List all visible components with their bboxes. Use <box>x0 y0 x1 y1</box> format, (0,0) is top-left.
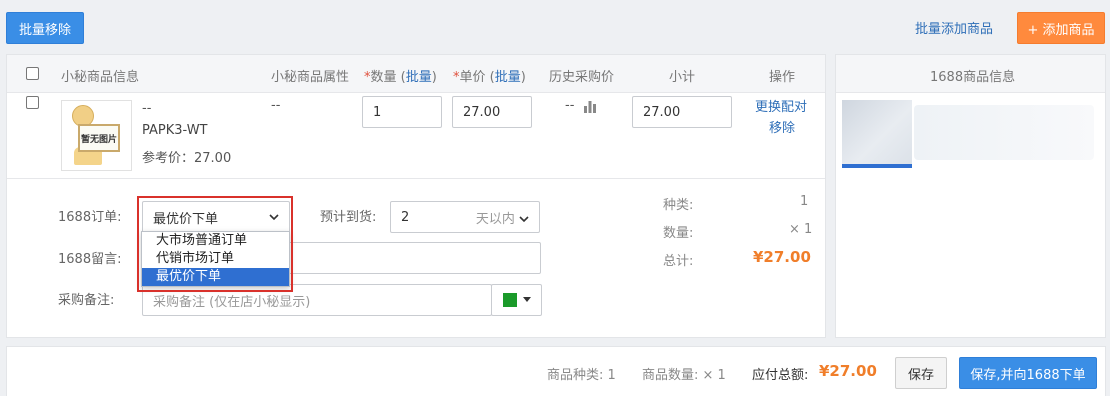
select-all-checkbox[interactable] <box>26 67 39 80</box>
add-product-button[interactable]: + 添加商品 <box>1017 12 1105 44</box>
footer-bar: 商品种类: 1 商品数量: × 1 应付总额: ¥27.00 保存 保存,并向1… <box>6 346 1106 396</box>
unit-price-input[interactable]: 27.00 <box>452 96 532 128</box>
caret-down-icon <box>522 297 531 302</box>
summary-total-label: 总计: <box>663 254 694 269</box>
batch-add-products-link[interactable]: 批量添加商品 <box>915 18 993 37</box>
row-divider <box>7 178 825 179</box>
header-subtotal: 小计 <box>669 70 696 85</box>
summary-kinds-value: 1 <box>800 194 809 209</box>
alibaba-panel: 1688商品信息 <box>835 54 1106 338</box>
summary-count-label: 数量: <box>663 226 694 241</box>
reference-price: 参考价：27.00 <box>142 151 232 166</box>
quantity-input[interactable]: 1 <box>362 96 442 128</box>
summary-total-value: ¥27.00 <box>753 248 811 266</box>
header-quantity: *数量 (批量) <box>364 70 437 85</box>
bar-chart-icon[interactable] <box>583 99 597 113</box>
product-image: 暂无图片 <box>61 100 132 171</box>
header-product-info: 小秘商品信息 <box>61 70 140 85</box>
table-header: 小秘商品信息 小秘商品属性 *数量 (批量) *单价 (批量) 历史采购价 小计… <box>7 55 825 93</box>
subtotal-input[interactable]: 27.00 <box>632 96 732 128</box>
footer-count: 商品数量: × 1 <box>642 368 726 383</box>
header-history-price: 历史采购价 <box>549 70 615 85</box>
delivery-label: 预计到货: <box>320 210 377 225</box>
summary-count-value: × 1 <box>789 222 813 237</box>
message-label: 1688留言: <box>58 252 122 267</box>
batch-remove-button[interactable]: 批量移除 <box>6 12 84 44</box>
note-color-picker[interactable] <box>491 284 542 316</box>
remove-link[interactable]: 移除 <box>769 117 795 136</box>
batch-price-link[interactable]: 批量 <box>495 70 521 85</box>
product-sku: PAPK3-WT <box>142 123 208 138</box>
header-actions: 操作 <box>769 70 796 85</box>
color-swatch <box>502 293 517 307</box>
header-unit-price: *单价 (批量) <box>453 70 526 85</box>
order-type-label: 1688订单: <box>58 210 122 225</box>
product-panel: 小秘商品信息 小秘商品属性 *数量 (批量) *单价 (批量) 历史采购价 小计… <box>6 54 826 338</box>
chevron-down-icon <box>519 215 529 222</box>
alibaba-product-info <box>914 105 1094 160</box>
alibaba-panel-header: 1688商品信息 <box>930 70 1016 85</box>
row-checkbox[interactable] <box>26 96 39 109</box>
product-name: -- <box>142 101 152 116</box>
save-and-order-button[interactable]: 保存,并向1688下单 <box>959 357 1097 389</box>
no-image-board: 暂无图片 <box>78 124 120 152</box>
footer-payable-label: 应付总额: <box>752 368 809 383</box>
replace-pairing-link[interactable]: 更换配对 <box>755 96 807 115</box>
save-button[interactable]: 保存 <box>895 357 947 389</box>
header-attributes: 小秘商品属性 <box>271 70 350 85</box>
highlight-frame <box>137 196 293 292</box>
footer-payable-value: ¥27.00 <box>819 362 877 380</box>
batch-quantity-link[interactable]: 批量 <box>406 70 432 85</box>
delivery-days-input[interactable]: 2 天以内 <box>390 201 540 233</box>
product-attribute: -- <box>271 98 281 113</box>
history-price: -- <box>565 98 597 113</box>
note-label: 采购备注: <box>58 293 115 308</box>
footer-kinds: 商品种类: 1 <box>547 368 616 383</box>
summary-kinds-label: 种类: <box>663 198 694 213</box>
alibaba-product-image <box>842 100 912 168</box>
